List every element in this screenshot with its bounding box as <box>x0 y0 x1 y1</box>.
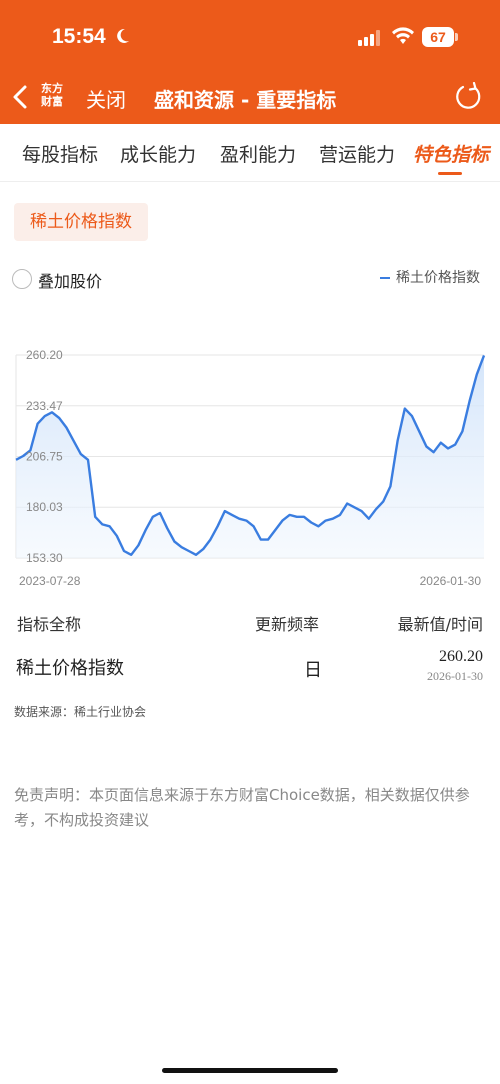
tab-operations[interactable]: 营运能力 <box>319 140 395 167</box>
overlay-label: 叠加股价 <box>38 272 103 291</box>
column-header-latest: 最新值/时间 <box>397 615 483 634</box>
active-tab-indicator <box>438 172 462 175</box>
legend-swatch <box>380 277 390 279</box>
legend-label: 稀土价格指数 <box>396 270 480 286</box>
status-bar: 15:54 67 <box>0 0 500 74</box>
wifi-icon <box>392 27 414 44</box>
y-tick-label: 180.03 <box>26 500 63 514</box>
y-tick-label: 233.47 <box>26 399 63 413</box>
status-time: 15:54 <box>52 25 106 48</box>
nav-bar: 东方 财富 关闭 盛和资源 - 重要指标 <box>0 74 500 120</box>
indicator-latest-date: 2026-01-30 <box>427 669 483 683</box>
app-logo: 东方 财富 <box>41 82 63 108</box>
x-tick-label: 2026-01-30 <box>420 574 482 588</box>
column-header-frequency: 更新频率 <box>255 615 320 634</box>
y-tick-label: 260.20 <box>26 348 63 362</box>
y-tick-label: 153.30 <box>26 551 63 565</box>
close-button[interactable]: 关闭 <box>86 84 126 113</box>
refresh-icon[interactable] <box>455 82 483 110</box>
back-icon[interactable] <box>10 84 32 110</box>
y-tick-label: 206.75 <box>26 450 63 464</box>
battery-level: 67 <box>422 27 454 47</box>
cellular-signal-icon <box>358 30 380 46</box>
x-tick-label: 2023-07-28 <box>19 574 81 588</box>
page-title: 盛和资源 - 重要指标 <box>154 88 337 112</box>
indicator-tabs: 每股指标 成长能力 盈利能力 营运能力 特色指标 <box>0 124 500 182</box>
moon-icon <box>117 28 129 43</box>
home-indicator[interactable] <box>162 1068 338 1073</box>
battery-icon: 67 <box>422 27 458 47</box>
tab-growth[interactable]: 成长能力 <box>120 140 196 167</box>
tab-per-share[interactable]: 每股指标 <box>22 140 98 167</box>
rare-earth-index-chip[interactable]: 稀土价格指数 <box>14 203 148 241</box>
indicator-name: 稀土价格指数 <box>16 658 124 679</box>
indicator-frequency: 日 <box>304 660 322 681</box>
column-header-name: 指标全称 <box>17 615 82 634</box>
radio-icon[interactable] <box>12 269 32 289</box>
app-header: 15:54 67 东方 财富 关闭 盛和资源 - 重要指标 <box>0 0 500 124</box>
disclaimer: 免责声明：本页面信息来源于东方财富Choice数据，相关数据仅供参考，不构成投资… <box>14 786 470 829</box>
rare-earth-index-chart: 260.20 233.47 206.75 180.03 153.30 2023-07-2… <box>15 348 486 588</box>
tab-profitability[interactable]: 盈利能力 <box>220 140 296 167</box>
tab-featured[interactable]: 特色指标 <box>413 140 489 167</box>
indicator-latest-value: 260.20 <box>439 648 483 665</box>
data-source: 数据来源：稀土行业协会 <box>14 705 147 719</box>
